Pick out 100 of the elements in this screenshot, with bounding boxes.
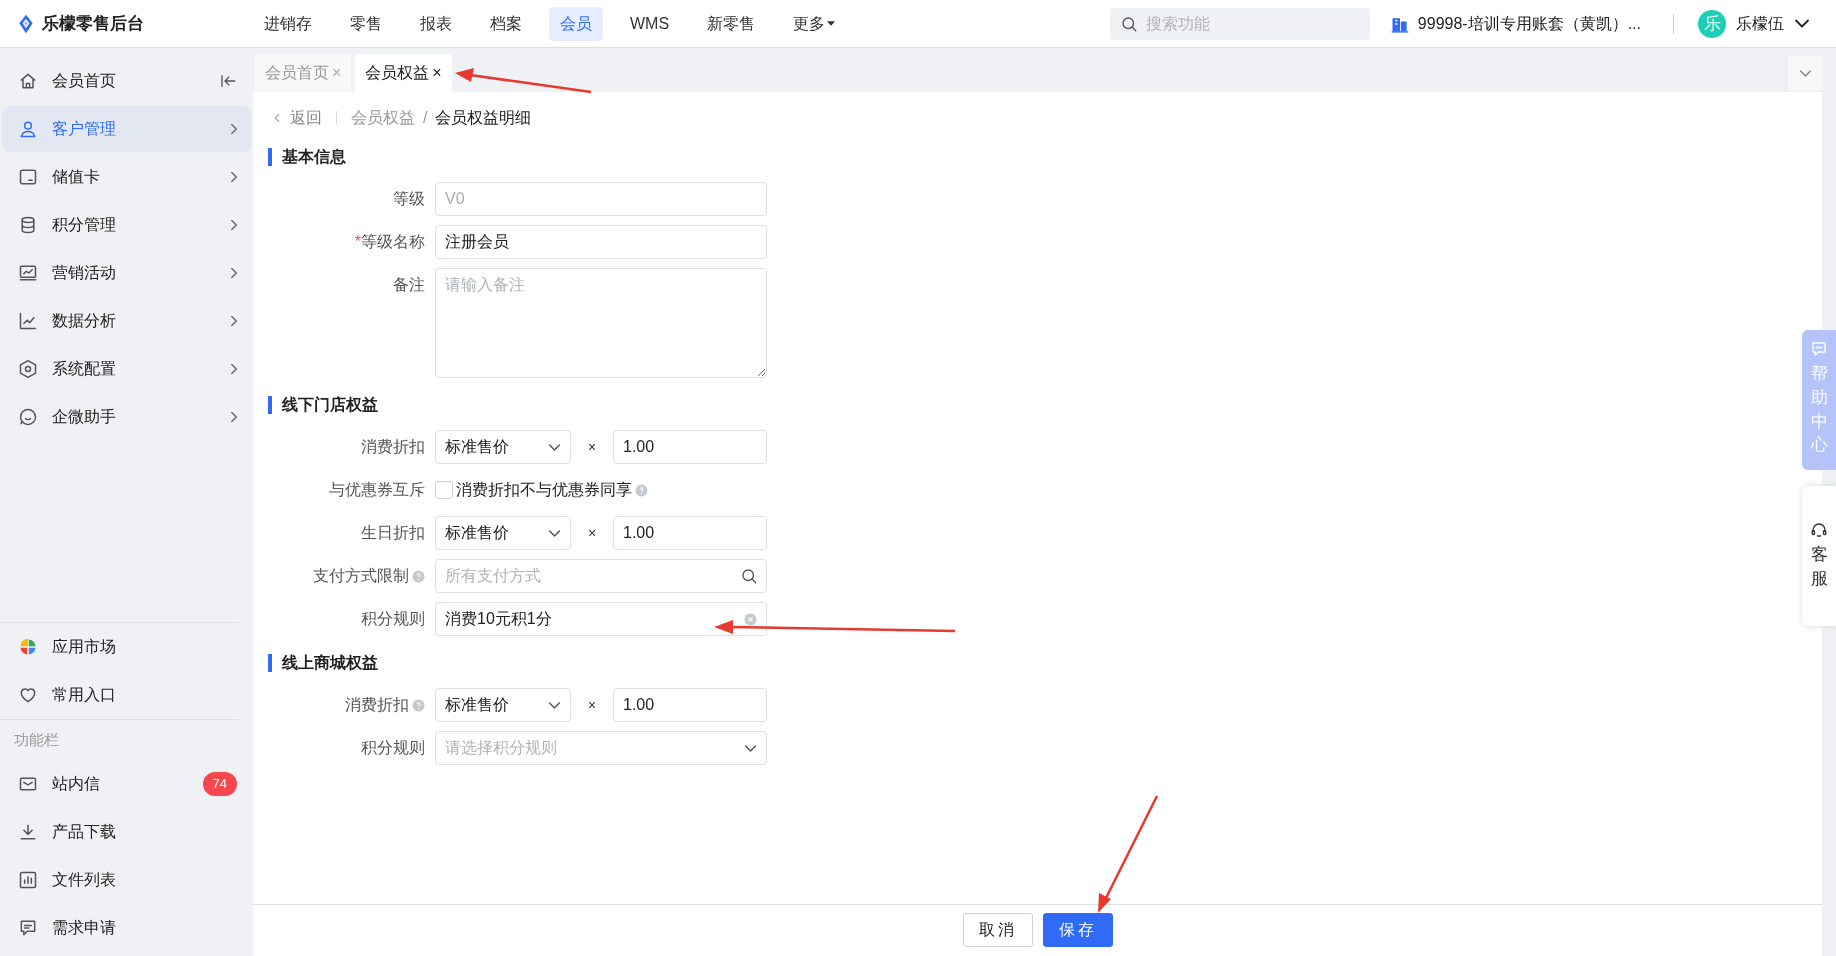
chevron-right-icon: [231, 123, 237, 135]
field-label: 备注: [393, 275, 425, 295]
tab-list-button[interactable]: [1788, 56, 1822, 90]
chevron-down-icon: [1794, 19, 1810, 28]
sidebar-item[interactable]: 积分管理: [2, 202, 251, 248]
back-link[interactable]: 返回: [270, 106, 322, 130]
nav-tab[interactable]: 更多: [782, 6, 847, 41]
number-field[interactable]: 1.00: [613, 688, 767, 722]
chevron-right-icon: [231, 219, 237, 231]
sidebar-item[interactable]: 需求申请: [0, 904, 253, 952]
chevron-right-icon: [231, 315, 237, 327]
field-label: 等级: [393, 189, 425, 209]
sidebar-item[interactable]: 产品下载: [0, 808, 253, 856]
chevron-down-icon: [548, 529, 561, 537]
sidebar-item[interactable]: 文件列表: [0, 856, 253, 904]
user-icon: [18, 119, 38, 139]
field-label: 等级名称: [361, 232, 425, 252]
checkbox[interactable]: [435, 481, 453, 499]
breadcrumb-separator: /: [423, 108, 428, 128]
chevron-down-icon: [744, 744, 757, 752]
coin-stack-icon: [18, 215, 38, 235]
account-switcher[interactable]: 99998-培训专用账套（黄凯）...: [1389, 11, 1641, 36]
monitor-chart-icon: [18, 263, 38, 283]
chevron-right-icon: [231, 363, 237, 375]
field-label: 支付方式限制: [313, 566, 409, 586]
sidebar-item[interactable]: 营销活动: [2, 250, 251, 296]
user-menu[interactable]: 乐 乐檬伍: [1698, 9, 1810, 38]
heart-icon: [18, 685, 38, 705]
select-field[interactable]: 标准售价: [435, 688, 571, 722]
section-title: 线下门店权益: [282, 395, 378, 415]
notes-field[interactable]: 请输入备注: [435, 268, 767, 378]
chat-bubble-icon: [18, 407, 38, 427]
user-name: 乐檬伍: [1736, 13, 1784, 34]
nav-tab[interactable]: 进销存: [253, 6, 323, 41]
section-title: 线上商城权益: [282, 653, 378, 673]
message-icon: [1810, 340, 1828, 358]
multiply-sign: ×: [586, 695, 598, 715]
headset-icon: [1810, 521, 1828, 540]
side-panel-tab[interactable]: 客服: [1802, 486, 1836, 626]
chevron-down-icon: [548, 443, 561, 451]
field-label: 积分规则: [361, 738, 425, 758]
number-field[interactable]: 1.00: [613, 516, 767, 550]
select-field[interactable]: 标准售价: [435, 430, 571, 464]
download-icon: [18, 822, 38, 842]
field-label: 生日折扣: [361, 523, 425, 543]
card-icon: [18, 167, 38, 187]
sidebar-item[interactable]: 常用入口: [0, 671, 253, 719]
count-badge: 74: [202, 772, 237, 796]
section-title: 基本信息: [282, 147, 346, 167]
hexagon-gear-icon: [18, 359, 38, 379]
line-chart-icon: [18, 311, 38, 331]
field-label: 积分规则: [361, 609, 425, 629]
collapse-icon: [219, 72, 237, 90]
text-field[interactable]: 注册会员: [435, 225, 767, 259]
chevron-down-icon: [1798, 69, 1812, 77]
cancel-button[interactable]: 取消: [962, 912, 1033, 947]
chevron-right-icon: [231, 267, 237, 279]
chevron-right-icon: [231, 411, 237, 423]
avatar: 乐: [1698, 9, 1726, 38]
search-icon: [1119, 14, 1138, 33]
multiply-sign: ×: [586, 437, 598, 457]
sidebar-item[interactable]: 储值卡: [2, 154, 251, 200]
field-label: 消费折扣: [345, 695, 409, 715]
save-button[interactable]: 保存: [1042, 912, 1113, 947]
nav-tab[interactable]: 会员: [549, 6, 603, 41]
sidebar-item[interactable]: 系统配置: [2, 346, 251, 392]
select-field[interactable]: 消费10元积1分: [435, 602, 767, 636]
search-icon: [740, 567, 758, 585]
app-title: 乐檬零售后台: [42, 12, 144, 35]
nav-tab[interactable]: WMS: [619, 6, 681, 41]
search-field[interactable]: 搜索功能: [1109, 7, 1370, 40]
field-label: 消费折扣: [361, 437, 425, 457]
sidebar-item[interactable]: 应用市场: [0, 623, 253, 671]
chevron-down-icon: [548, 701, 561, 709]
breadcrumb-item: 会员权益明细: [435, 108, 532, 128]
sidebar-item[interactable]: 站内信 74: [0, 760, 253, 808]
bar-chart-icon: [18, 870, 38, 890]
number-field[interactable]: 1.00: [613, 430, 767, 464]
required-mark: *: [354, 232, 361, 252]
nav-tab[interactable]: 零售: [339, 6, 393, 41]
select-field[interactable]: 标准售价: [435, 516, 571, 550]
message-icon: [18, 918, 38, 938]
app-grid-icon: [18, 637, 38, 657]
sidebar-item[interactable]: 企微助手: [2, 394, 251, 440]
checkbox-label: 消费折扣不与优惠券同享: [456, 480, 632, 500]
tab-close-button[interactable]: ×: [432, 61, 442, 85]
page-tab[interactable]: 会员权益 ×: [355, 54, 452, 92]
mail-icon: [18, 774, 38, 794]
nav-tab[interactable]: 档案: [479, 6, 533, 41]
sidebar-item[interactable]: 数据分析: [2, 298, 251, 344]
multiply-sign: ×: [586, 523, 598, 543]
nav-tab[interactable]: 报表: [409, 6, 463, 41]
section-label: 功能栏: [13, 729, 60, 750]
nav-tab[interactable]: 新零售: [696, 6, 767, 41]
home-icon: [18, 71, 38, 91]
sidebar-item[interactable]: 客户管理: [2, 106, 251, 152]
sidebar-item[interactable]: 会员首页: [2, 58, 251, 104]
chevron-right-icon: [231, 171, 237, 183]
search-field[interactable]: 所有支付方式: [435, 559, 767, 593]
clear-icon: [744, 612, 757, 626]
